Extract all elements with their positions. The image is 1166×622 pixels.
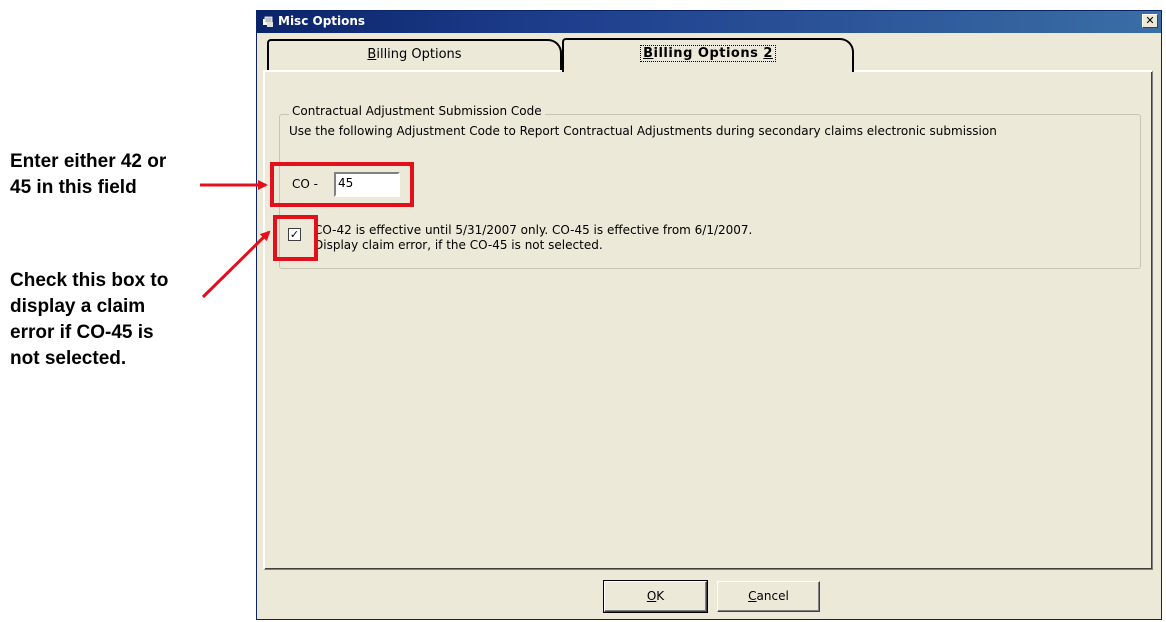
checkbox-annotation-line: Check this box to — [10, 270, 169, 291]
checkbox-annotation: Check this box to display a claim error … — [10, 268, 210, 372]
cancel-label: ancel — [756, 589, 789, 603]
group-description: Use the following Adjustment Code to Rep… — [289, 124, 997, 138]
field-highlight-box — [270, 162, 414, 207]
tab-focus-label: Billing Options 2 — [640, 45, 776, 62]
checkbox-label-line: CO-42 is effective until 5/31/2007 only.… — [314, 223, 753, 237]
title-bar[interactable]: Misc Options ✕ — [257, 11, 1161, 33]
checkbox-highlight-box — [273, 215, 318, 261]
window-title: Misc Options — [278, 14, 366, 28]
tab-label-suffix: 2 — [763, 46, 773, 61]
cancel-button[interactable]: Cancel — [717, 581, 820, 612]
field-annotation: Enter either 42 or 45 in this field — [10, 149, 210, 201]
tab-mnemonic: B — [643, 46, 654, 61]
checkbox-annotation-line: error if CO-45 is — [10, 322, 154, 343]
group-title: Contractual Adjustment Submission Code — [289, 104, 545, 118]
ok-mnemonic: O — [646, 589, 657, 603]
tab-billing-options-2[interactable]: Billing Options 2 — [562, 38, 854, 72]
ok-button[interactable]: OK — [603, 580, 708, 613]
tab-label: illing Options — [653, 46, 764, 61]
close-button[interactable]: ✕ — [1142, 14, 1158, 28]
checkbox-annotation-line: display a claim — [10, 296, 146, 317]
tab-mnemonic: B — [367, 47, 377, 62]
close-icon: ✕ — [1145, 14, 1155, 27]
tab-billing-options[interactable]: Billing Options — [267, 39, 562, 70]
checkbox-annotation-line: not selected. — [10, 348, 127, 369]
app-icon — [263, 16, 273, 27]
checkbox-label: CO-42 is effective until 5/31/2007 only.… — [314, 223, 752, 253]
field-annotation-line: 45 in this field — [10, 177, 137, 198]
field-annotation-line: Enter either 42 or — [10, 151, 167, 172]
tab-label: illing Options — [376, 47, 462, 62]
ok-label: K — [656, 589, 665, 603]
checkbox-label-line: Display claim error, if the CO-45 is not… — [314, 238, 603, 252]
cancel-mnemonic: C — [748, 589, 757, 603]
